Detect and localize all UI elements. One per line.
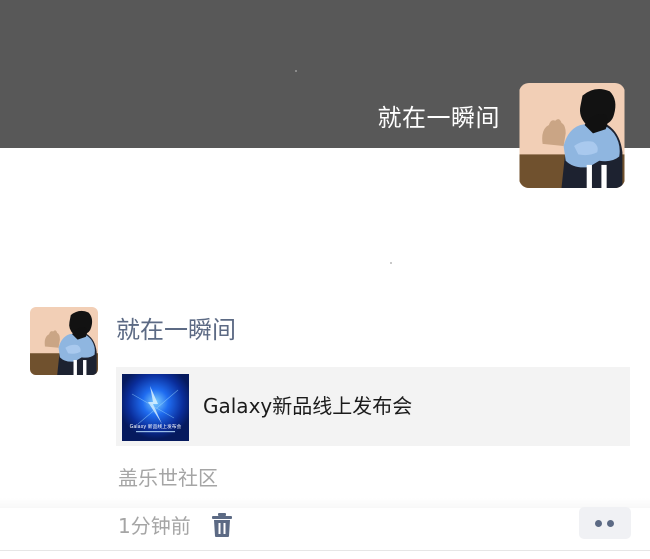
girl-illustration-avatar-icon	[30, 307, 98, 375]
delete-button[interactable]	[210, 512, 234, 538]
link-thumbnail: Galaxy 新品线上发布会	[122, 374, 189, 441]
post-source-label[interactable]: 盖乐世社区	[118, 462, 218, 494]
post-author-name[interactable]: 就在一瞬间	[116, 312, 236, 348]
shared-link-card[interactable]: Galaxy 新品线上发布会 Galaxy新品线上发布会	[116, 367, 630, 446]
more-dots-icon	[595, 520, 602, 527]
post-author-avatar[interactable]	[30, 307, 98, 375]
more-options-button[interactable]	[579, 507, 631, 539]
girl-illustration-avatar-icon	[519, 83, 625, 188]
profile-avatar[interactable]	[519, 83, 625, 188]
divider-speck	[390, 262, 392, 264]
post-time: 1分钟前	[118, 514, 191, 538]
cover-speck	[295, 70, 297, 72]
trash-icon	[212, 513, 232, 537]
galaxy-launch-poster-thumbnail-icon: Galaxy 新品线上发布会	[122, 374, 189, 441]
bottom-divider	[0, 550, 650, 551]
section-divider	[0, 498, 650, 508]
link-title: Galaxy新品线上发布会	[203, 394, 413, 418]
svg-text:Galaxy 新品线上发布会: Galaxy 新品线上发布会	[130, 423, 182, 430]
profile-name: 就在一瞬间	[377, 104, 500, 132]
more-dots-icon	[607, 520, 614, 527]
